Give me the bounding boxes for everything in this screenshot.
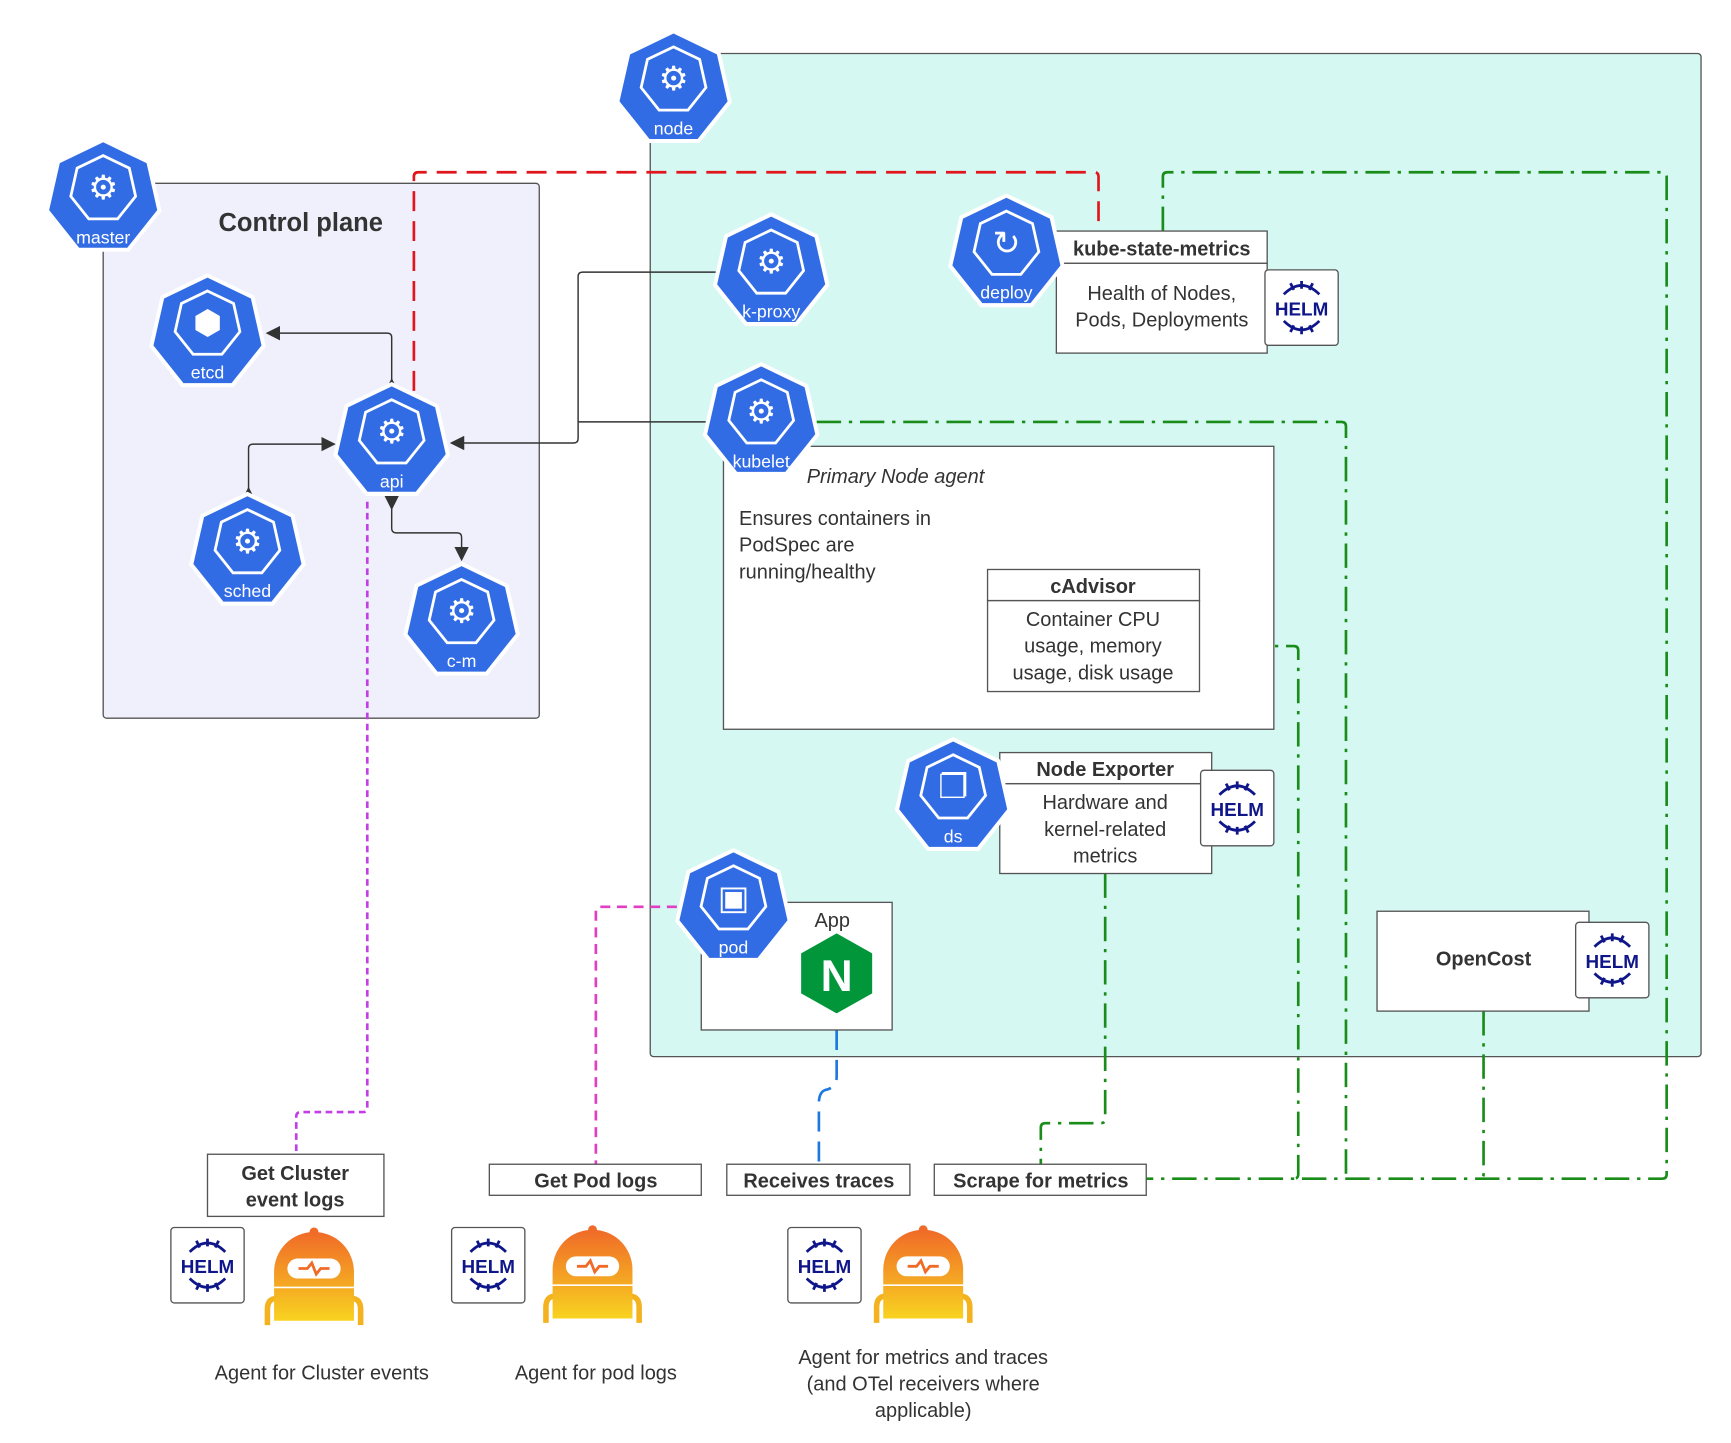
opencost-helm-icon: HELM (1574, 921, 1650, 999)
svg-text:HELM: HELM (1586, 951, 1639, 972)
pod-label: pod (719, 937, 749, 957)
svg-text:HELM: HELM (462, 1256, 515, 1277)
svg-text:HELM: HELM (798, 1256, 851, 1277)
agent-metrics-caption-3: applicable) (875, 1400, 972, 1422)
svg-text:⚙: ⚙ (746, 394, 776, 431)
traces-action: Receives traces (743, 1171, 894, 1193)
primary-agent-desc-1: Ensures containers in (739, 508, 931, 530)
node-exporter-title: Node Exporter (1036, 759, 1174, 781)
cadvisor-desc-1: Container CPU (1026, 609, 1160, 631)
cadvisor-desc-2: usage, memory (1024, 636, 1162, 658)
ds-label: ds (944, 826, 963, 846)
svg-text:⚙: ⚙ (756, 244, 786, 281)
cadvisor-desc-3: usage, disk usage (1012, 662, 1173, 684)
cluster-agent-robot-icon (264, 1227, 364, 1326)
etcd-label: etcd (191, 363, 225, 383)
cluster-events-action-1: Get Cluster (241, 1163, 349, 1185)
c-m-label: c-m (447, 651, 477, 671)
svg-text:HELM: HELM (1211, 799, 1264, 820)
svg-text:▣: ▣ (718, 880, 749, 917)
node-exporter-desc-2: kernel-related (1044, 819, 1166, 841)
agent-metrics-caption-2: (and OTel receivers where (807, 1374, 1040, 1396)
ksm-desc-box (1055, 262, 1268, 354)
pod-agent-helm-icon: HELM (450, 1226, 526, 1304)
api-label: api (380, 471, 404, 491)
ksm-title: kube-state-metrics (1073, 238, 1251, 260)
node-exporter-desc-3: metrics (1073, 845, 1137, 867)
observability-architecture-diagram: Control plane kube-state-metrics Health … (44, 29, 1702, 1422)
metrics-action: Scrape for metrics (953, 1171, 1128, 1193)
svg-text:HELM: HELM (181, 1256, 234, 1277)
svg-text:⬢: ⬢ (193, 305, 222, 342)
ksm-helm-icon: HELM (1264, 269, 1339, 347)
pod-logs-action: Get Pod logs (534, 1171, 657, 1193)
svg-text:⚙: ⚙ (447, 594, 477, 631)
master-label: master (76, 227, 130, 247)
svg-text:⚙: ⚙ (659, 61, 689, 98)
svg-text:HELM: HELM (1275, 298, 1328, 319)
kubelet-label: kubelet (733, 451, 790, 471)
cluster-events-action-2: event logs (246, 1189, 345, 1211)
primary-agent-desc-2: PodSpec are (739, 535, 854, 557)
k-proxy-label: k-proxy (742, 302, 800, 322)
svg-text:⚙: ⚙ (377, 414, 407, 451)
cluster-agent-helm-icon: HELM (170, 1226, 245, 1304)
agent-pod-caption: Agent for pod logs (515, 1363, 677, 1385)
opencost-title: OpenCost (1436, 949, 1532, 971)
control-plane-title: Control plane (218, 209, 382, 237)
primary-agent-desc-3: running/healthy (739, 561, 876, 583)
app-title: App (814, 910, 850, 932)
node-exporter-desc-1: Hardware and (1042, 792, 1167, 814)
deploy-label: deploy (980, 283, 1032, 303)
pod-agent-robot-icon (543, 1225, 642, 1323)
metrics-agent-helm-icon: HELM (787, 1226, 862, 1304)
ksm-desc-line2: Pods, Deployments (1075, 309, 1248, 331)
node-label: node (654, 119, 694, 139)
ksm-desc-line1: Health of Nodes, (1087, 283, 1236, 305)
svg-text:❐: ❐ (938, 769, 968, 806)
svg-text:N: N (821, 952, 853, 1001)
node-exporter-helm-icon: HELM (1199, 769, 1275, 847)
svg-text:⚙: ⚙ (88, 170, 118, 207)
primary-agent-title: Primary Node agent (807, 466, 986, 488)
agent-metrics-caption-1: Agent for metrics and traces (798, 1347, 1048, 1369)
sched-label: sched (224, 581, 271, 601)
svg-text:↻: ↻ (992, 225, 1020, 262)
metrics-agent-robot-icon (873, 1225, 973, 1323)
agent-cluster-caption: Agent for Cluster events (215, 1363, 429, 1385)
svg-text:⚙: ⚙ (233, 524, 263, 561)
cadvisor-title: cAdvisor (1050, 576, 1136, 598)
